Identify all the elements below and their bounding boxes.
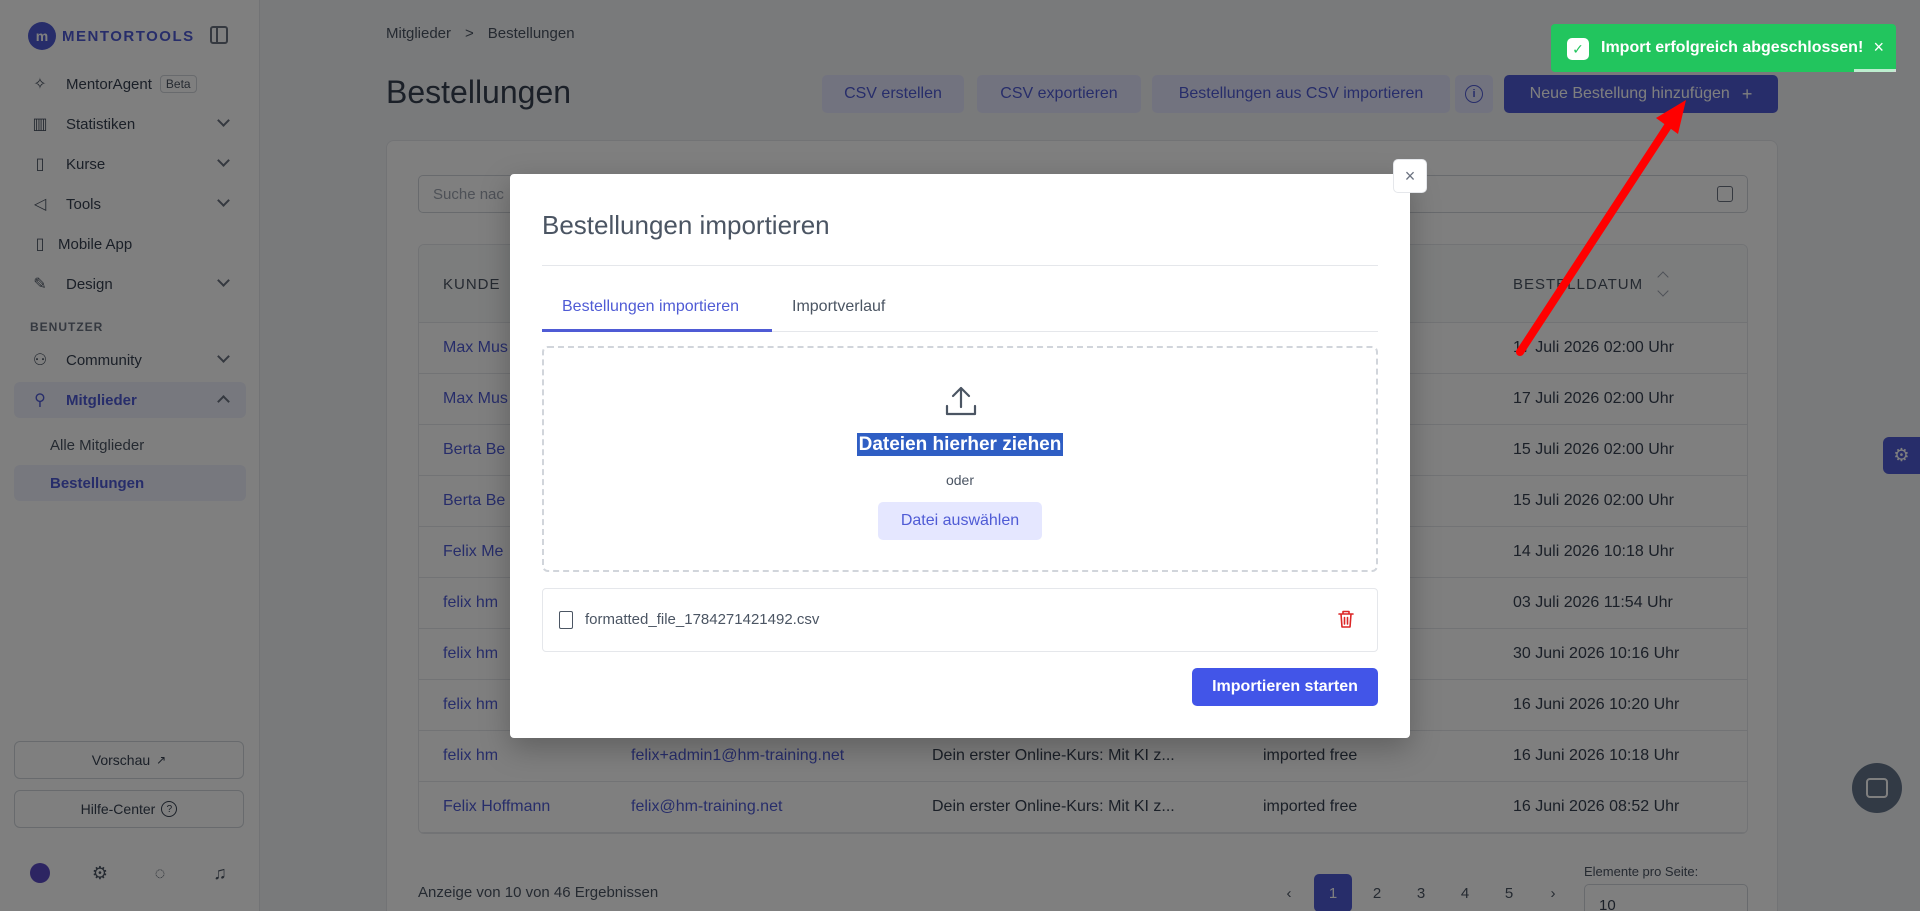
drop-text: Dateien hierher ziehen: [544, 433, 1376, 456]
toast-message: Import erfolgreich abgeschlossen!: [1601, 39, 1864, 56]
upload-icon: [945, 386, 977, 416]
modal-title: Bestellungen importieren: [542, 210, 830, 240]
file-icon: [559, 611, 573, 629]
start-import-button[interactable]: Importieren starten: [1192, 668, 1378, 706]
trash-icon[interactable]: [1337, 609, 1355, 629]
success-toast: ✓ Import erfolgreich abgeschlossen! ×: [1551, 24, 1896, 72]
file-name: formatted_file_1784271421492.csv: [585, 611, 820, 628]
toast-close-icon[interactable]: ×: [1873, 37, 1884, 58]
select-file-button[interactable]: Datei auswählen: [878, 502, 1042, 540]
check-icon: ✓: [1567, 38, 1589, 60]
modal-tabs: Bestellungen importieren Importverlauf: [542, 288, 1378, 332]
toast-progress-bar: [1854, 69, 1896, 72]
import-modal: Bestellungen importieren Bestellungen im…: [510, 174, 1410, 738]
tab-importverlauf[interactable]: Importverlauf: [792, 298, 885, 316]
or-text: oder: [945, 472, 975, 488]
close-icon[interactable]: ×: [1393, 159, 1427, 193]
selected-file-row: formatted_file_1784271421492.csv: [542, 588, 1378, 652]
file-dropzone[interactable]: Dateien hierher ziehen oder Datei auswäh…: [542, 346, 1378, 572]
tab-bestellungen-importieren[interactable]: Bestellungen importieren: [562, 298, 739, 316]
modal-divider: [542, 265, 1378, 266]
drop-text-label: Dateien hierher ziehen: [856, 433, 1064, 456]
active-tab-indicator: [542, 329, 772, 332]
